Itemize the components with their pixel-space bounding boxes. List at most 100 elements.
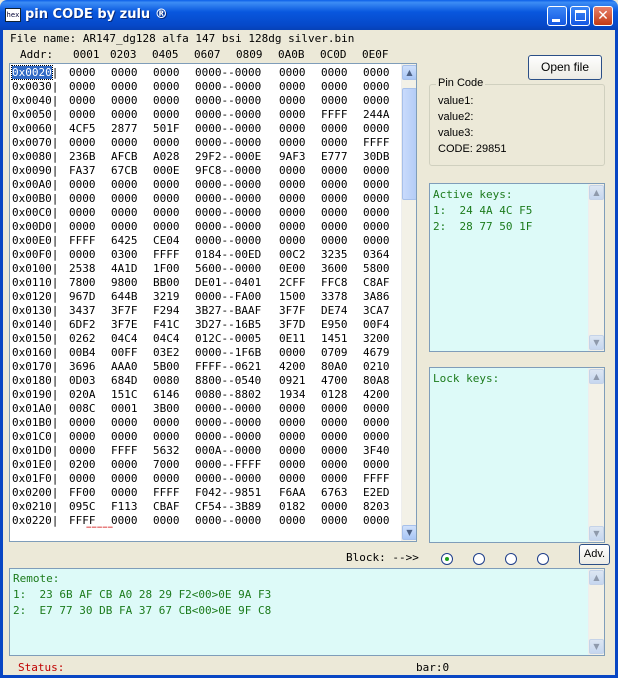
hex-cell: 04C4 (111, 332, 138, 345)
hex-cell: 0000 (321, 402, 348, 415)
block-radio-4[interactable] (537, 553, 549, 565)
hex-address: 0x0110| (12, 276, 59, 289)
hex-row[interactable]: 0x0220| FFFF 0000 0000 0000--0000 0000 0000 000… (12, 514, 402, 528)
hex-cell: 0000 (321, 178, 348, 191)
hex-cell: 30DB (363, 150, 390, 163)
hex-cell: 0000 (279, 178, 306, 191)
block-radio-2[interactable] (473, 553, 485, 565)
hex-cell: 0000 (279, 430, 306, 443)
hex-row[interactable]: 0x0140| 6DF2 3F7E F41C 3D27--16B5 3F7D E950 00F… (12, 318, 402, 332)
hex-cell: FFFF--0621 (195, 360, 262, 373)
scroll-up-arrow-icon[interactable]: ▲ (589, 185, 604, 200)
hex-row[interactable]: 0x00B0| 0000 0000 0000 0000--0000 0000 0000 000… (12, 192, 402, 206)
hex-row[interactable]: 0x0150| 0262 04C4 04C4 012C--0005 0E11 1451 320… (12, 332, 402, 346)
hex-row[interactable]: 0x0050| 0000 0000 0000 0000--0000 0000 FFFF 244… (12, 108, 402, 122)
hex-address: 0x0080| (12, 150, 59, 163)
scroll-down-arrow-icon[interactable]: ▼ (402, 525, 416, 540)
close-button[interactable]: ✕ (593, 6, 613, 26)
hex-row[interactable]: 0x0020| 0000 0000 0000 0000--0000 0000 0000 000… (11, 65, 402, 80)
scroll-down-arrow-icon[interactable]: ▼ (589, 639, 604, 654)
minimize-icon (552, 19, 560, 22)
hex-address: 0x01D0| (12, 444, 59, 457)
hex-row[interactable]: 0x00E0| FFFF 6425 CE04 0000--0000 0000 0000 000… (12, 234, 402, 248)
block-radio-3[interactable] (505, 553, 517, 565)
hex-row[interactable]: 0x0160| 00B4 00FF 03E2 0000--1F6B 0000 0709 467… (12, 346, 402, 360)
hex-row[interactable]: 0x0210| 095C F113 CBAF CF54--3B89 0182 0000 820… (12, 500, 402, 514)
hex-cell: FFFF (153, 248, 180, 261)
hex-cell: CE04 (153, 234, 180, 247)
hex-cell: 5800 (363, 262, 390, 275)
open-file-button[interactable]: Open file (528, 55, 602, 80)
hex-cell: 0000 (363, 66, 390, 79)
title-bar[interactable]: hex pin CODE by zulu ® ✕ (0, 0, 618, 30)
hex-row[interactable]: 0x01F0| 0000 0000 0000 0000--0000 0000 0000 FFF… (12, 472, 402, 486)
hex-address: 0x0030| (12, 80, 59, 93)
scroll-up-arrow-icon[interactable]: ▲ (589, 570, 604, 585)
hex-cell: 80A8 (363, 374, 390, 387)
hex-row[interactable]: 0x00C0| 0000 0000 0000 0000--0000 0000 0000 000… (12, 206, 402, 220)
remote-box[interactable]: Remote: 1: 23 6B AF CB A0 28 29 F2<00>0E… (9, 568, 605, 656)
hex-address: 0x01C0| (12, 430, 59, 443)
block-radio-1[interactable] (441, 553, 453, 565)
hex-row[interactable]: 0x0030| 0000 0000 0000 0000--0000 0000 0000 000… (12, 80, 402, 94)
hex-row[interactable]: 0x01A0| 008C 0001 3B00 0000--0000 0000 0000 000… (12, 402, 402, 416)
hex-row[interactable]: 0x0190| 020A 151C 6146 0080--8802 1934 0128 420… (12, 388, 402, 402)
hex-address: 0x0060| (12, 122, 59, 135)
hex-address: 0x0140| (12, 318, 59, 331)
minimize-button[interactable] (547, 6, 567, 26)
hex-cell: 3B00 (153, 402, 180, 415)
hex-cell: 0000 (69, 472, 96, 485)
scroll-up-arrow-icon[interactable]: ▲ (589, 369, 604, 384)
hex-row[interactable]: 0x01B0| 0000 0000 0000 0000--0000 0000 0000 000… (12, 416, 402, 430)
hex-row[interactable]: 0x0170| 3696 AAA0 5B00 FFFF--0621 4200 80A0 021… (12, 360, 402, 374)
hex-cell: 0000 (321, 444, 348, 457)
hex-row[interactable]: 0x0060| 4CF5 2877 501F 0000--0000 0000 0000 000… (12, 122, 402, 136)
hex-scrollbar[interactable]: ▲ ▼ (401, 64, 416, 541)
active-keys-scrollbar[interactable]: ▲ ▼ (588, 184, 604, 351)
hex-row[interactable]: 0x01C0| 0000 0000 0000 0000--0000 0000 0000 000… (12, 430, 402, 444)
hex-row[interactable]: 0x0100| 2538 4A1D 1F00 5600--0000 0E00 3600 580… (12, 262, 402, 276)
hex-dump-list[interactable]: 0x0020| 0000 0000 0000 0000--0000 0000 0000 000… (9, 63, 417, 542)
lock-keys-box[interactable]: Lock keys: ▲ ▼ (429, 367, 605, 543)
active-keys-box[interactable]: Active keys: 1: 24 4A 4C F5 2: 28 77 50 … (429, 183, 605, 352)
hex-row[interactable]: 0x00A0| 0000 0000 0000 0000--0000 0000 0000 000… (12, 178, 402, 192)
adv-button[interactable]: Adv. (579, 544, 610, 565)
hex-cell: 0000 (153, 80, 180, 93)
hex-row[interactable]: 0x01D0| 0000 FFFF 5632 000A--0000 0000 0000 3F4… (12, 444, 402, 458)
hex-cell: 5600--0000 (195, 262, 262, 275)
hex-row[interactable]: 0x0090| FA37 67CB 000E 9FC8--0000 0000 0000 000… (12, 164, 402, 178)
hex-cell: 00C2 (279, 248, 306, 261)
hex-row[interactable]: 0x0200| FF00 0000 FFFF F042--9851 F6AA 6763 E2E… (12, 486, 402, 500)
hex-cell: 0000--1F6B (195, 346, 262, 359)
lock-keys-title: Lock keys: (433, 372, 500, 385)
hex-cell: 151C (111, 388, 138, 401)
hex-cell: 3F7F (111, 304, 138, 317)
hex-row[interactable]: 0x0130| 3437 3F7F F294 3B27--BAAF 3F7F DE74 3CA… (12, 304, 402, 318)
hex-cell: 3F40 (363, 444, 390, 457)
hex-cell: FFFF (111, 444, 138, 457)
scroll-down-arrow-icon[interactable]: ▼ (589, 526, 604, 541)
hex-row[interactable]: 0x00D0| 0000 0000 0000 0000--0000 0000 0000 000… (12, 220, 402, 234)
column-header-row: Addr: 0001 0203 0405 0607 0809 0A0B 0C0D… (18, 48, 398, 62)
hex-row[interactable]: 0x0180| 0D03 684D 0080 8800--0540 0921 4700 80A… (12, 374, 402, 388)
hex-cell: 3F7E (111, 318, 138, 331)
hex-cell: 0080--8802 (195, 388, 262, 401)
hex-row[interactable]: 0x01E0| 0200 0000 7000 0000--FFFF 0000 0000 000… (12, 458, 402, 472)
hex-row[interactable]: 0x0040| 0000 0000 0000 0000--0000 0000 0000 000… (12, 94, 402, 108)
remote-title: Remote: (13, 572, 60, 585)
hex-cell: 0000--0000 (195, 94, 262, 107)
hex-row[interactable]: 0x0120| 967D 644B 3219 0000--FA00 1500 3378 3A8… (12, 290, 402, 304)
scroll-up-arrow-icon[interactable]: ▲ (402, 65, 416, 80)
hex-address: 0x0180| (12, 374, 59, 387)
hex-row[interactable]: 0x0110| 7800 9800 BB00 DE01--0401 2CFF FFC8 C8A… (12, 276, 402, 290)
scroll-down-arrow-icon[interactable]: ▼ (589, 335, 604, 350)
hex-row[interactable]: 0x00F0| 0000 0300 FFFF 0184--00ED 00C2 3235 036… (12, 248, 402, 262)
maximize-button[interactable] (570, 6, 590, 26)
hex-cell: F41C (153, 318, 180, 331)
hex-row[interactable]: 0x0070| 0000 0000 0000 0000--0000 0000 0000 FFF… (12, 136, 402, 150)
remote-scrollbar[interactable]: ▲ ▼ (588, 569, 604, 655)
scroll-thumb[interactable] (402, 88, 416, 200)
lock-keys-scrollbar[interactable]: ▲ ▼ (588, 368, 604, 542)
hex-cell: 1F00 (153, 262, 180, 275)
hex-row[interactable]: 0x0080| 236B AFCB A028 29F2--000E 9AF3 E777 30D… (12, 150, 402, 164)
